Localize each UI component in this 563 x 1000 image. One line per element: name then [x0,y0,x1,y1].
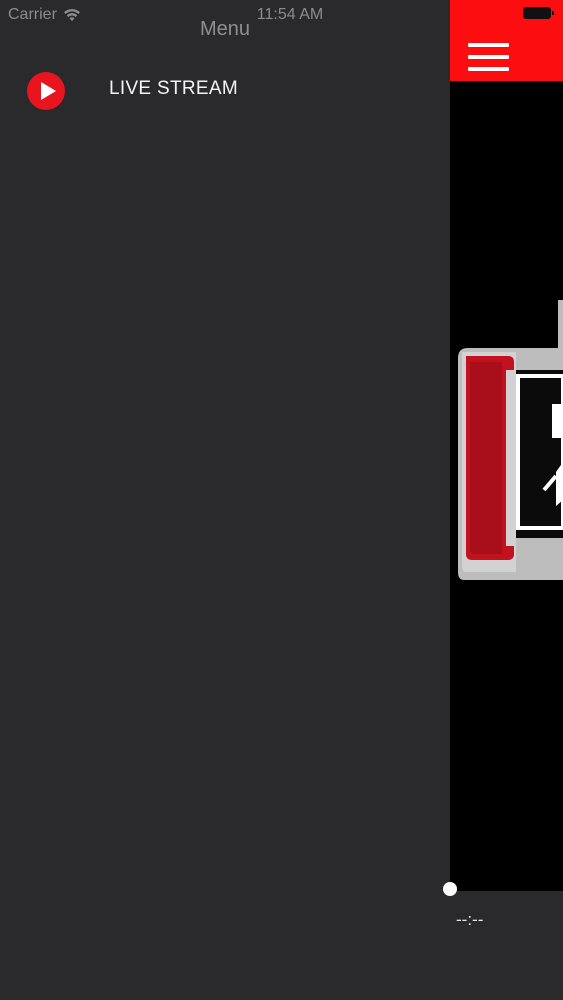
hamburger-icon[interactable] [468,43,509,71]
progress-slider-knob[interactable] [443,882,457,896]
menu-item-label[interactable]: LIVE STREAM [109,78,238,100]
menu-drawer [0,0,450,1000]
play-circle-icon[interactable] [27,72,65,110]
battery-icon [523,7,554,19]
time-display: --:-- [456,910,484,929]
menu-title: Menu [199,18,251,40]
station-logo [458,300,563,580]
